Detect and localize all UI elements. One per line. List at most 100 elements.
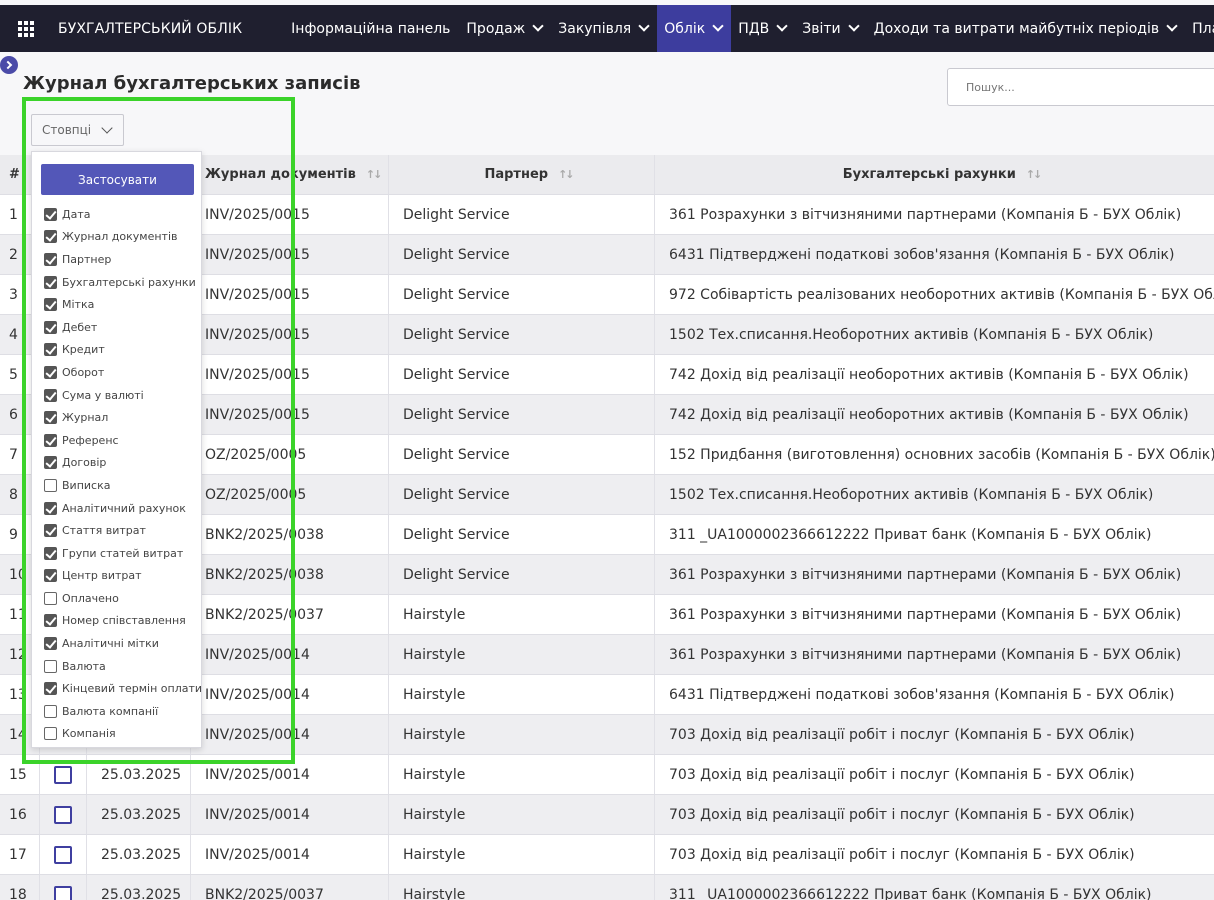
row-journal-doc[interactable]: INV/2025/0014 [191,835,389,874]
columns-button[interactable]: Стовпці [31,114,124,146]
apply-button[interactable]: Застосувати [41,164,194,195]
header-accounts[interactable]: Бухгалтерські рахунки ↑↓ [655,155,1214,194]
checkbox-icon[interactable] [44,433,57,447]
checkbox-icon[interactable] [44,524,57,538]
checkbox-icon[interactable] [44,659,57,673]
checkbox-icon[interactable] [44,411,57,425]
menu-item-6[interactable]: Доходи та витрати майбутніх періодів [867,5,1185,52]
row-journal-doc[interactable]: INV/2025/0015 [191,315,389,354]
sort-icon[interactable]: ↑↓ [366,168,383,181]
column-option[interactable]: Групи статей витрат [44,542,202,565]
checkbox-icon[interactable] [44,275,57,289]
column-option[interactable]: Мітка [44,293,202,316]
sort-icon[interactable]: ↑↓ [558,168,575,181]
table-row[interactable]: 17 25.03.2025 INV/2025/0014 Hairstyle 703 До… [0,835,1214,875]
column-option[interactable]: Виписка [44,474,202,497]
column-option[interactable]: Оборот [44,361,202,384]
row-account: 6431 Підтверджені податкові зобов'язання… [669,246,1175,263]
checkbox-icon[interactable] [44,230,57,244]
row-journal-doc[interactable]: INV/2025/0015 [191,395,389,434]
checkbox-icon[interactable] [44,727,57,741]
row-journal-doc[interactable]: BNK2/2025/0038 [191,515,389,554]
menu-item-label: Інформаційна панель [291,20,451,37]
checkbox-icon[interactable] [44,298,57,312]
checkbox-icon[interactable] [44,456,57,470]
menu-item-3[interactable]: Облік [657,5,732,52]
checkbox-icon[interactable] [44,388,57,402]
row-journal-doc[interactable]: INV/2025/0014 [191,755,389,794]
checkbox-icon[interactable] [44,546,57,560]
column-option[interactable]: Договір [44,452,202,475]
column-option[interactable]: Дебет [44,316,202,339]
column-option[interactable]: Дата [44,203,202,226]
column-option[interactable]: Номер співставлення [44,610,202,633]
table-row[interactable]: 15 25.03.2025 INV/2025/0014 Hairstyle 703 До… [0,755,1214,795]
header-journal-doc[interactable]: Журнал документів ↑↓ [191,155,389,194]
table-row[interactable]: 18 25.03.2025 BNK2/2025/0037 Hairstyle 311 _… [0,875,1214,900]
column-option[interactable]: Оплачено [44,587,202,610]
column-option[interactable]: Журнал [44,406,202,429]
column-option[interactable]: Сума у валюті [44,384,202,407]
row-date: 25.03.2025 [87,755,191,794]
checkbox-icon[interactable] [44,591,57,605]
column-option[interactable]: Компанія [44,723,202,746]
column-option[interactable]: Аналітичний рахунок [44,497,202,520]
row-journal-doc[interactable]: OZ/2025/0005 [191,435,389,474]
header-partner[interactable]: Партнер ↑↓ [389,155,655,194]
menu-item-1[interactable]: Продаж [459,5,551,52]
row-journal-doc[interactable]: OZ/2025/0005 [191,475,389,514]
row-journal-doc[interactable]: INV/2025/0015 [191,195,389,234]
column-option[interactable]: Аналітичні мітки [44,632,202,655]
checkbox-icon[interactable] [44,704,57,718]
column-option[interactable]: Референс [44,429,202,452]
column-option[interactable]: Журнал документів [44,226,202,249]
sort-icon[interactable]: ↑↓ [1026,168,1043,181]
checkbox-icon[interactable] [44,569,57,583]
row-journal-doc[interactable]: BNK2/2025/0037 [191,595,389,634]
row-checkbox[interactable] [54,765,72,784]
row-checkbox[interactable] [54,845,72,864]
menu-item-0[interactable]: Інформаційна панель [284,5,459,52]
row-journal-doc[interactable]: INV/2025/0014 [191,715,389,754]
row-journal-doc[interactable]: INV/2025/0015 [191,355,389,394]
row-journal-doc[interactable]: BNK2/2025/0038 [191,555,389,594]
row-select-cell [40,755,87,794]
column-option-label: Кінцевий термін оплати [62,682,203,696]
menu-item-7[interactable]: Платежі [1185,5,1214,52]
table-row[interactable]: 16 25.03.2025 INV/2025/0014 Hairstyle 703 До… [0,795,1214,835]
apps-grid-icon[interactable] [18,20,34,37]
row-journal-doc[interactable]: INV/2025/0015 [191,235,389,274]
column-option[interactable]: Валюта компанії [44,700,202,723]
menu-item-5[interactable]: Звіти [795,5,866,52]
search-input[interactable] [947,68,1214,106]
checkbox-icon[interactable] [44,614,57,628]
menu-item-4[interactable]: ПДВ [731,5,795,52]
checkbox-icon[interactable] [44,637,57,651]
column-option[interactable]: Кінцевий термін оплати [44,677,202,700]
checkbox-icon[interactable] [44,682,57,696]
column-option[interactable]: Валюта [44,655,202,678]
checkbox-icon[interactable] [44,343,57,357]
checkbox-icon[interactable] [44,365,57,379]
checkbox-icon[interactable] [44,252,57,266]
row-journal-doc[interactable]: INV/2025/0014 [191,675,389,714]
sidebar-toggle-icon[interactable] [0,56,18,74]
column-option[interactable]: Бухгалтерські рахунки [44,271,202,294]
row-account: 1502 Тех.списання.Необоротних активів (К… [669,486,1154,503]
checkbox-icon[interactable] [44,501,57,515]
row-journal-doc[interactable]: INV/2025/0014 [191,635,389,674]
row-checkbox[interactable] [54,885,72,900]
checkbox-icon[interactable] [44,320,57,334]
column-option[interactable]: Центр витрат [44,565,202,588]
app-title[interactable]: БУХГАЛТЕРСЬКИЙ ОБЛІК [58,21,242,37]
row-journal-doc[interactable]: INV/2025/0014 [191,795,389,834]
column-option[interactable]: Кредит [44,339,202,362]
column-option[interactable]: Стаття витрат [44,519,202,542]
row-journal-doc[interactable]: INV/2025/0015 [191,275,389,314]
row-journal-doc[interactable]: BNK2/2025/0037 [191,875,389,900]
checkbox-icon[interactable] [44,207,57,221]
menu-item-2[interactable]: Закупівля [551,5,657,52]
row-checkbox[interactable] [54,805,72,824]
column-option[interactable]: Партнер [44,248,202,271]
checkbox-icon[interactable] [44,478,57,492]
